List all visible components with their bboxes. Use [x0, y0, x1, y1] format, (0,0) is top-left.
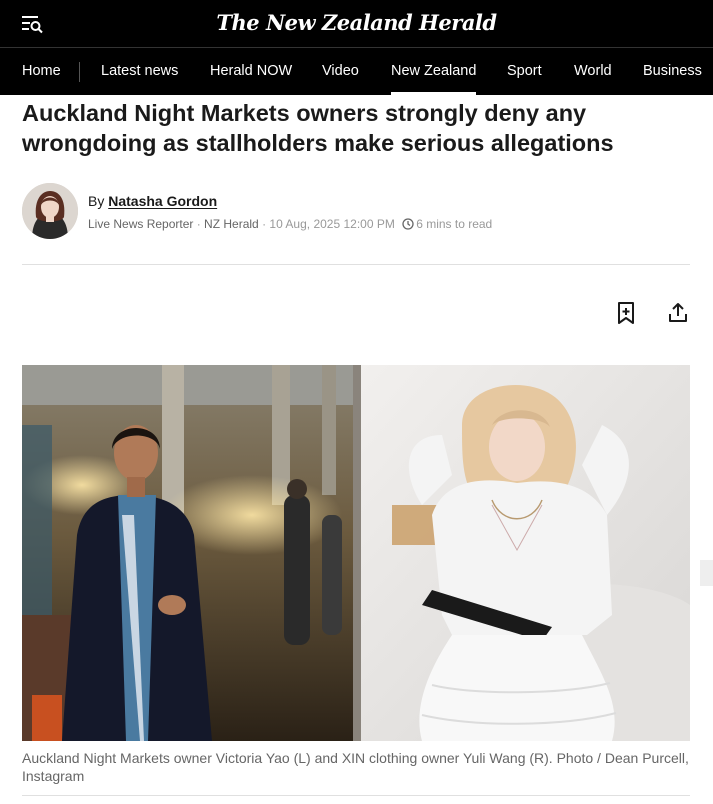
scroll-edge: [700, 560, 713, 586]
article-headline: Auckland Night Markets owners strongly d…: [22, 100, 614, 156]
clock-icon: [402, 218, 414, 233]
nav-item-business[interactable]: Business: [643, 48, 702, 95]
main-nav: Home Latest news Herald NOW Video New Ze…: [0, 48, 713, 95]
author-avatar[interactable]: [22, 183, 78, 239]
author-role: Live News Reporter: [88, 217, 194, 231]
nav-item-home[interactable]: Home: [22, 48, 61, 95]
nav-item-new-zealand[interactable]: New Zealand: [391, 48, 477, 95]
publish-date: 10 Aug, 2025 12:00 PM: [269, 217, 395, 231]
nav-item-sport[interactable]: Sport: [507, 48, 542, 95]
bookmark-add-icon[interactable]: [614, 301, 638, 325]
nav-item-world[interactable]: World: [574, 48, 612, 95]
share-icon[interactable]: [666, 301, 690, 325]
author-link[interactable]: Natasha Gordon: [108, 193, 217, 209]
publisher: NZ Herald: [204, 217, 259, 231]
nav-item-latest-news[interactable]: Latest news: [101, 48, 178, 95]
hero-image[interactable]: [22, 365, 690, 741]
article-meta: Live News Reporter · NZ Herald · 10 Aug,…: [88, 217, 493, 233]
byline: By Natasha Gordon: [88, 193, 217, 209]
site-logo[interactable]: The New Zealand Herald: [0, 10, 713, 35]
caption-divider: [22, 795, 690, 796]
byline-prefix: By: [88, 193, 105, 209]
nav-divider: [79, 62, 80, 82]
nav-item-herald-now[interactable]: Herald NOW: [210, 48, 292, 95]
read-time: 6 mins to read: [416, 217, 493, 231]
site-header: The New Zealand Herald: [0, 0, 713, 48]
meta-divider: [22, 264, 690, 265]
image-caption: Auckland Night Markets owner Victoria Ya…: [22, 750, 689, 784]
nav-item-video[interactable]: Video: [322, 48, 359, 95]
